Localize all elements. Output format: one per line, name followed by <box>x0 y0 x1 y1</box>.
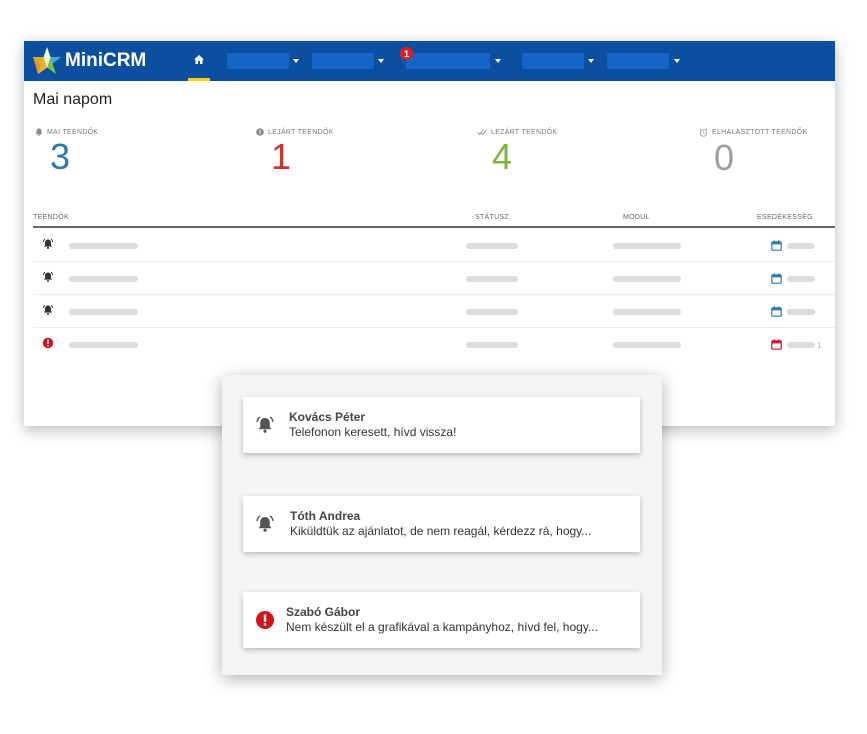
nav-menu-3[interactable] <box>406 53 490 69</box>
task-title-placeholder <box>69 342 138 348</box>
table-row[interactable] <box>33 261 835 295</box>
alert-circle-icon <box>256 611 274 629</box>
app-window: MiniCRM 1 Mai napom MAI TEENDŐK 3 LEJÁRT… <box>24 41 835 426</box>
stat-overdue-tasks[interactable]: LEJÁRT TEENDŐK 1 <box>256 128 436 175</box>
nav-menu-5[interactable] <box>607 53 669 69</box>
notification-badge[interactable]: 1 <box>400 47 413 60</box>
module-placeholder <box>613 342 681 348</box>
notification-message: Nem készült el a grafikával a kampányhoz… <box>286 620 598 634</box>
module-placeholder <box>613 276 681 282</box>
alarm-bell-icon <box>42 238 54 249</box>
stat-postponed-tasks[interactable]: ELHALASZTOTT TEENDŐK 0 <box>699 128 867 176</box>
column-header-module[interactable]: MODUL <box>623 214 650 221</box>
task-title-placeholder <box>69 276 138 282</box>
table-row[interactable]: 1 <box>33 327 835 360</box>
chevron-down-icon <box>588 59 594 63</box>
nav-menu-4[interactable] <box>522 53 584 69</box>
due-date-placeholder <box>787 276 815 282</box>
stat-closed-tasks[interactable]: LEZÁRT TEENDŐK 4 <box>477 128 657 175</box>
notification-message: Kiküldtük az ajánlatot, de nem reagál, k… <box>290 524 592 538</box>
module-placeholder <box>613 243 681 249</box>
due-suffix: 1 <box>817 341 822 350</box>
chevron-down-icon <box>378 59 384 63</box>
stat-value: 3 <box>50 136 71 177</box>
task-title-placeholder <box>69 243 138 249</box>
column-header-status[interactable]: STÁTUSZ <box>475 214 509 221</box>
calendar-icon <box>771 306 782 317</box>
alarm-bell-icon <box>42 271 54 282</box>
alarm-bell-icon <box>256 515 274 532</box>
alert-circle-icon <box>42 337 54 349</box>
due-date-placeholder <box>787 309 815 315</box>
double-check-icon <box>477 129 487 136</box>
nav-menu-2[interactable] <box>312 53 374 69</box>
nav-home[interactable] <box>188 41 210 81</box>
notification-card[interactable]: Kovács Péter Telefonon keresett, hívd vi… <box>243 397 640 453</box>
stat-label: ELHALASZTOTT TEENDŐK <box>712 129 808 136</box>
status-placeholder <box>466 342 518 348</box>
stat-label: LEJÁRT TEENDŐK <box>268 128 334 136</box>
due-date-placeholder <box>787 243 815 249</box>
contact-name: Szabó Gábor <box>286 605 361 619</box>
module-placeholder <box>613 309 681 315</box>
notification-card[interactable]: Szabó Gábor Nem készült el a grafikával … <box>243 592 640 648</box>
task-title-placeholder <box>69 309 138 315</box>
stat-label: LEZÁRT TEENDŐK <box>491 128 558 136</box>
minicrm-logo-icon <box>33 47 61 74</box>
alarm-bell-icon <box>256 416 274 433</box>
calendar-icon <box>771 339 782 350</box>
stat-todays-tasks[interactable]: MAI TEENDŐK 3 <box>35 128 215 175</box>
contact-name: Tóth Andrea <box>290 509 361 523</box>
status-placeholder <box>466 276 518 282</box>
column-header-tasks[interactable]: TEENDŐK <box>33 214 69 221</box>
notification-card[interactable]: Tóth Andrea Kiküldtük az ajánlatot, de n… <box>243 496 640 552</box>
contact-name: Kovács Péter <box>289 410 366 424</box>
notification-panel: Kovács Péter Telefonon keresett, hívd vi… <box>222 375 662 675</box>
table-row[interactable] <box>33 294 835 328</box>
alarm-clock-icon <box>699 128 708 137</box>
top-navbar: MiniCRM 1 <box>24 41 835 81</box>
chevron-down-icon <box>495 59 501 63</box>
due-date-placeholder <box>787 342 815 348</box>
brand-name[interactable]: MiniCRM <box>65 50 146 72</box>
alarm-bell-icon <box>42 304 54 315</box>
chevron-down-icon <box>674 59 680 63</box>
chevron-down-icon <box>293 59 299 63</box>
stat-value: 0 <box>714 137 735 178</box>
calendar-icon <box>771 240 782 251</box>
table-row[interactable] <box>33 228 835 262</box>
stat-label: MAI TEENDŐK <box>47 128 99 136</box>
notification-message: Telefonon keresett, hívd vissza! <box>289 425 457 439</box>
stat-value: 1 <box>271 136 292 177</box>
column-header-due[interactable]: ESEDÉKESSÉG <box>757 214 813 221</box>
stat-value: 4 <box>492 136 513 177</box>
page-title: Mai napom <box>33 91 113 108</box>
calendar-icon <box>771 273 782 284</box>
status-placeholder <box>466 309 518 315</box>
status-placeholder <box>466 243 518 249</box>
home-icon <box>194 55 204 64</box>
nav-menu-1[interactable] <box>227 53 289 69</box>
bell-icon <box>35 128 43 136</box>
alert-circle-icon <box>256 128 264 136</box>
